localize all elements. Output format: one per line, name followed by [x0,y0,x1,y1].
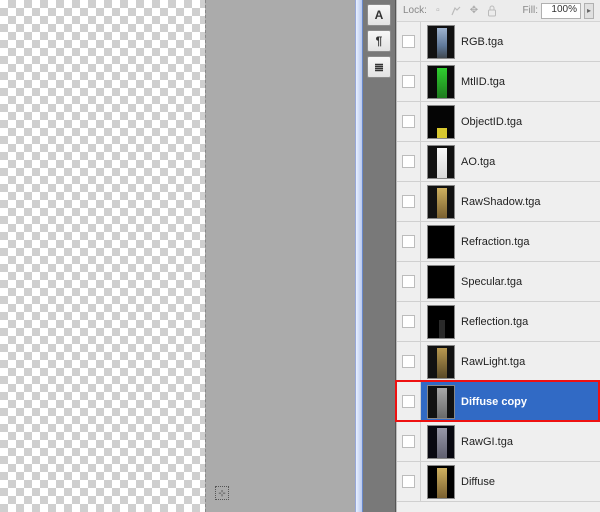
layer-thumbnail[interactable] [427,385,455,419]
layers-panel: Lock: ▫ ✥ Fill: 100% ▸ RGB.tga MtlID.tga O… [396,0,600,512]
visibility-checkbox[interactable] [402,195,415,208]
layer-row[interactable]: MtlID.tga [397,62,600,102]
visibility-toggle[interactable] [397,262,421,301]
layer-row[interactable]: RawGI.tga [397,422,600,462]
layer-thumbnail[interactable] [427,265,455,299]
collapsed-panel-dock: A ¶ ≣ [363,0,396,512]
visibility-checkbox[interactable] [402,275,415,288]
fill-dropdown-icon[interactable]: ▸ [584,3,594,19]
layer-name[interactable]: RawLight.tga [461,356,525,368]
layer-thumbnail[interactable] [427,425,455,459]
layer-thumbnail[interactable] [427,225,455,259]
layer-thumbnail[interactable] [427,465,455,499]
visibility-checkbox[interactable] [402,35,415,48]
visibility-checkbox[interactable] [402,115,415,128]
visibility-toggle[interactable] [397,182,421,221]
visibility-checkbox[interactable] [402,475,415,488]
canvas-pasteboard [205,0,355,512]
visibility-checkbox[interactable] [402,355,415,368]
lock-transparent-icon[interactable]: ▫ [431,4,445,18]
visibility-checkbox[interactable] [402,235,415,248]
layer-thumbnail[interactable] [427,65,455,99]
visibility-checkbox[interactable] [402,395,415,408]
layer-thumbnail[interactable] [427,145,455,179]
layer-row[interactable]: RawLight.tga [397,342,600,382]
visibility-toggle[interactable] [397,62,421,101]
layer-name[interactable]: MtlID.tga [461,76,505,88]
layer-name[interactable]: Diffuse copy [461,396,527,408]
visibility-checkbox[interactable] [402,315,415,328]
layer-name[interactable]: Refraction.tga [461,236,529,248]
visibility-toggle[interactable] [397,222,421,261]
layer-row[interactable]: ObjectID.tga [397,102,600,142]
layer-row[interactable]: Diffuse copy [397,382,600,422]
ruler-origin-marker: ⊹ [215,486,229,500]
fill-label: Fill: [522,5,538,16]
layer-name[interactable]: Diffuse [461,476,495,488]
layer-name[interactable]: AO.tga [461,156,495,168]
layer-thumbnail[interactable] [427,185,455,219]
layer-thumbnail[interactable] [427,345,455,379]
layer-row[interactable]: Reflection.tga [397,302,600,342]
visibility-checkbox[interactable] [402,435,415,448]
character-panel-icon[interactable]: A [367,4,391,26]
visibility-toggle[interactable] [397,342,421,381]
lock-pixels-icon[interactable] [449,4,463,18]
visibility-toggle[interactable] [397,422,421,461]
layer-thumbnail[interactable] [427,305,455,339]
paragraph-panel-icon[interactable]: ¶ [367,30,391,52]
notes-panel-icon[interactable]: ≣ [367,56,391,78]
layer-thumbnail[interactable] [427,25,455,59]
layer-list[interactable]: RGB.tga MtlID.tga ObjectID.tga AO.tga RawSha… [397,22,600,512]
layer-name[interactable]: RGB.tga [461,36,503,48]
lock-label: Lock: [403,5,427,16]
layer-name[interactable]: Reflection.tga [461,316,528,328]
layer-row[interactable]: RawShadow.tga [397,182,600,222]
visibility-toggle[interactable] [397,302,421,341]
panel-divider[interactable] [355,0,363,512]
fill-value-input[interactable]: 100% [541,3,581,19]
layer-row[interactable]: AO.tga [397,142,600,182]
visibility-toggle[interactable] [397,462,421,501]
visibility-toggle[interactable] [397,102,421,141]
layer-name[interactable]: RawGI.tga [461,436,513,448]
layer-name[interactable]: RawShadow.tga [461,196,541,208]
layer-thumbnail[interactable] [427,105,455,139]
layer-row[interactable]: Specular.tga [397,262,600,302]
layer-row[interactable]: Refraction.tga [397,222,600,262]
canvas-transparency-grid[interactable] [0,0,205,512]
lock-position-icon[interactable]: ✥ [467,4,481,18]
lock-all-icon[interactable] [485,4,499,18]
visibility-checkbox[interactable] [402,75,415,88]
visibility-checkbox[interactable] [402,155,415,168]
layer-row[interactable]: Diffuse [397,462,600,502]
visibility-toggle[interactable] [397,22,421,61]
layer-name[interactable]: Specular.tga [461,276,522,288]
layer-name[interactable]: ObjectID.tga [461,116,522,128]
visibility-toggle[interactable] [397,382,421,421]
layer-lock-bar: Lock: ▫ ✥ Fill: 100% ▸ [397,0,600,22]
layer-row[interactable]: RGB.tga [397,22,600,62]
visibility-toggle[interactable] [397,142,421,181]
